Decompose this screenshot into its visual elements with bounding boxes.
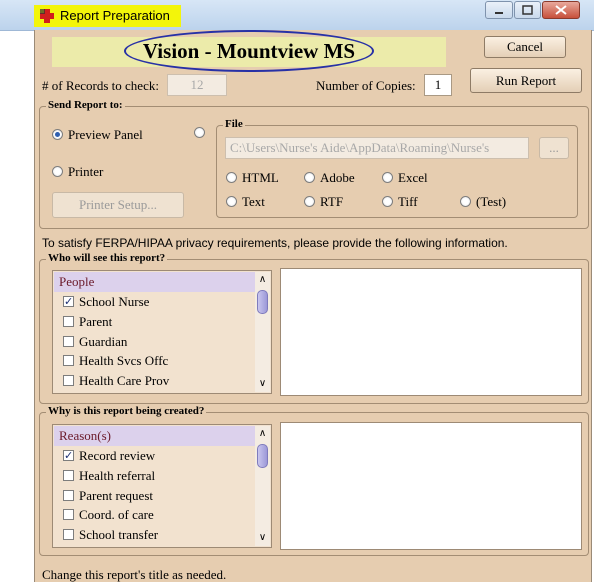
printer-setup-button[interactable]: Printer Setup... [52,192,184,218]
window-title: Report Preparation [60,8,170,23]
format-tiff-radio[interactable] [382,196,393,207]
format-excel-radio[interactable] [382,172,393,183]
why-legend: Why is this report being created? [46,405,207,417]
people-checkbox-health-care[interactable] [63,375,74,386]
list-item[interactable]: Guardian [79,334,127,350]
format-excel-label[interactable]: Excel [398,170,428,186]
format-adobe-label[interactable]: Adobe [320,170,355,186]
records-label: # of Records to check: [42,78,159,93]
format-html-radio[interactable] [226,172,237,183]
reasons-list[interactable]: Reason(s) ∧ ∨ ✓ Record review Health ref… [52,424,272,548]
scroll-up-icon[interactable]: ∧ [255,274,270,286]
scroll-thumb[interactable] [257,290,268,314]
people-checkbox-guardian[interactable] [63,336,74,347]
people-checkbox-health-svcs[interactable] [63,355,74,366]
printer-label[interactable]: Printer [68,164,103,180]
send-report-legend: Send Report to: [46,99,125,111]
reasons-scrollbar[interactable]: ∧ ∨ [255,426,270,546]
reason-checkbox-parent-request[interactable] [63,490,74,501]
minimize-button[interactable] [485,1,513,19]
preview-panel-label[interactable]: Preview Panel [68,127,143,143]
browse-button[interactable]: ... [539,137,569,159]
minimize-icon [495,12,503,14]
format-adobe-radio[interactable] [304,172,315,183]
run-report-button[interactable]: Run Report [470,68,582,93]
title-bar: Report Preparation [0,0,594,31]
format-tiff-label[interactable]: Tiff [398,194,418,210]
who-notes-textbox[interactable] [280,268,582,396]
reason-checkbox-school-transfer[interactable] [63,529,74,540]
list-item[interactable]: Health Care Prov [79,373,169,389]
maximize-button[interactable] [514,1,541,19]
reason-checkbox-record-review[interactable]: ✓ [63,450,74,461]
close-button[interactable] [542,1,580,19]
list-item[interactable]: Record review [79,448,155,464]
list-item[interactable]: School Nurse [79,294,149,310]
people-checkbox-school-nurse[interactable]: ✓ [63,296,74,307]
people-checkbox-parent[interactable] [63,316,74,327]
reasons-list-header: Reason(s) [54,426,256,446]
cancel-button[interactable]: Cancel [484,36,566,58]
restore-icon [522,5,533,15]
reason-checkbox-coord-care[interactable] [63,509,74,520]
format-text-radio[interactable] [226,196,237,207]
close-icon [555,5,567,15]
list-item[interactable]: Parent [79,314,112,330]
scroll-up-icon[interactable]: ∧ [255,428,270,440]
list-item[interactable]: Coord. of care [79,507,154,523]
report-title[interactable]: Vision - Mountview MS [124,30,374,72]
list-item[interactable]: Health Svcs Offc [79,353,168,369]
printer-radio[interactable] [52,166,63,177]
status-message: Change this report's title as needed. [42,567,227,582]
people-list-header: People [54,272,256,292]
people-scrollbar[interactable]: ∧ ∨ [255,272,270,392]
list-item[interactable]: School transfer [79,527,158,543]
file-radio[interactable] [194,127,205,138]
reason-checkbox-health-referral[interactable] [63,470,74,481]
ferpa-notice: To satisfy FERPA/HIPAA privacy requireme… [42,236,508,250]
file-path-field: C:\Users\Nurse's Aide\AppData\Roaming\Nu… [225,137,529,159]
who-legend: Who will see this report? [46,252,168,264]
scroll-thumb[interactable] [257,444,268,468]
format-rtf-radio[interactable] [304,196,315,207]
file-legend: File [223,118,245,130]
why-notes-textbox[interactable] [280,422,582,550]
medical-cross-icon [40,9,54,23]
people-list[interactable]: People ∧ ∨ ✓ School Nurse Parent Guardia… [52,270,272,394]
format-rtf-label[interactable]: RTF [320,194,343,210]
format-text-label[interactable]: Text [242,194,265,210]
list-item[interactable]: Parent request [79,488,153,504]
format-test-label[interactable]: (Test) [476,194,506,210]
scroll-down-icon[interactable]: ∨ [255,378,270,390]
format-test-radio[interactable] [460,196,471,207]
copies-label: Number of Copies: [316,78,416,93]
preview-panel-radio[interactable] [52,129,63,140]
format-html-label[interactable]: HTML [242,170,279,186]
scroll-down-icon[interactable]: ∨ [255,532,270,544]
records-count-field: 12 [167,74,227,96]
copies-input[interactable]: 1 [424,74,452,96]
list-item[interactable]: Health referral [79,468,155,484]
